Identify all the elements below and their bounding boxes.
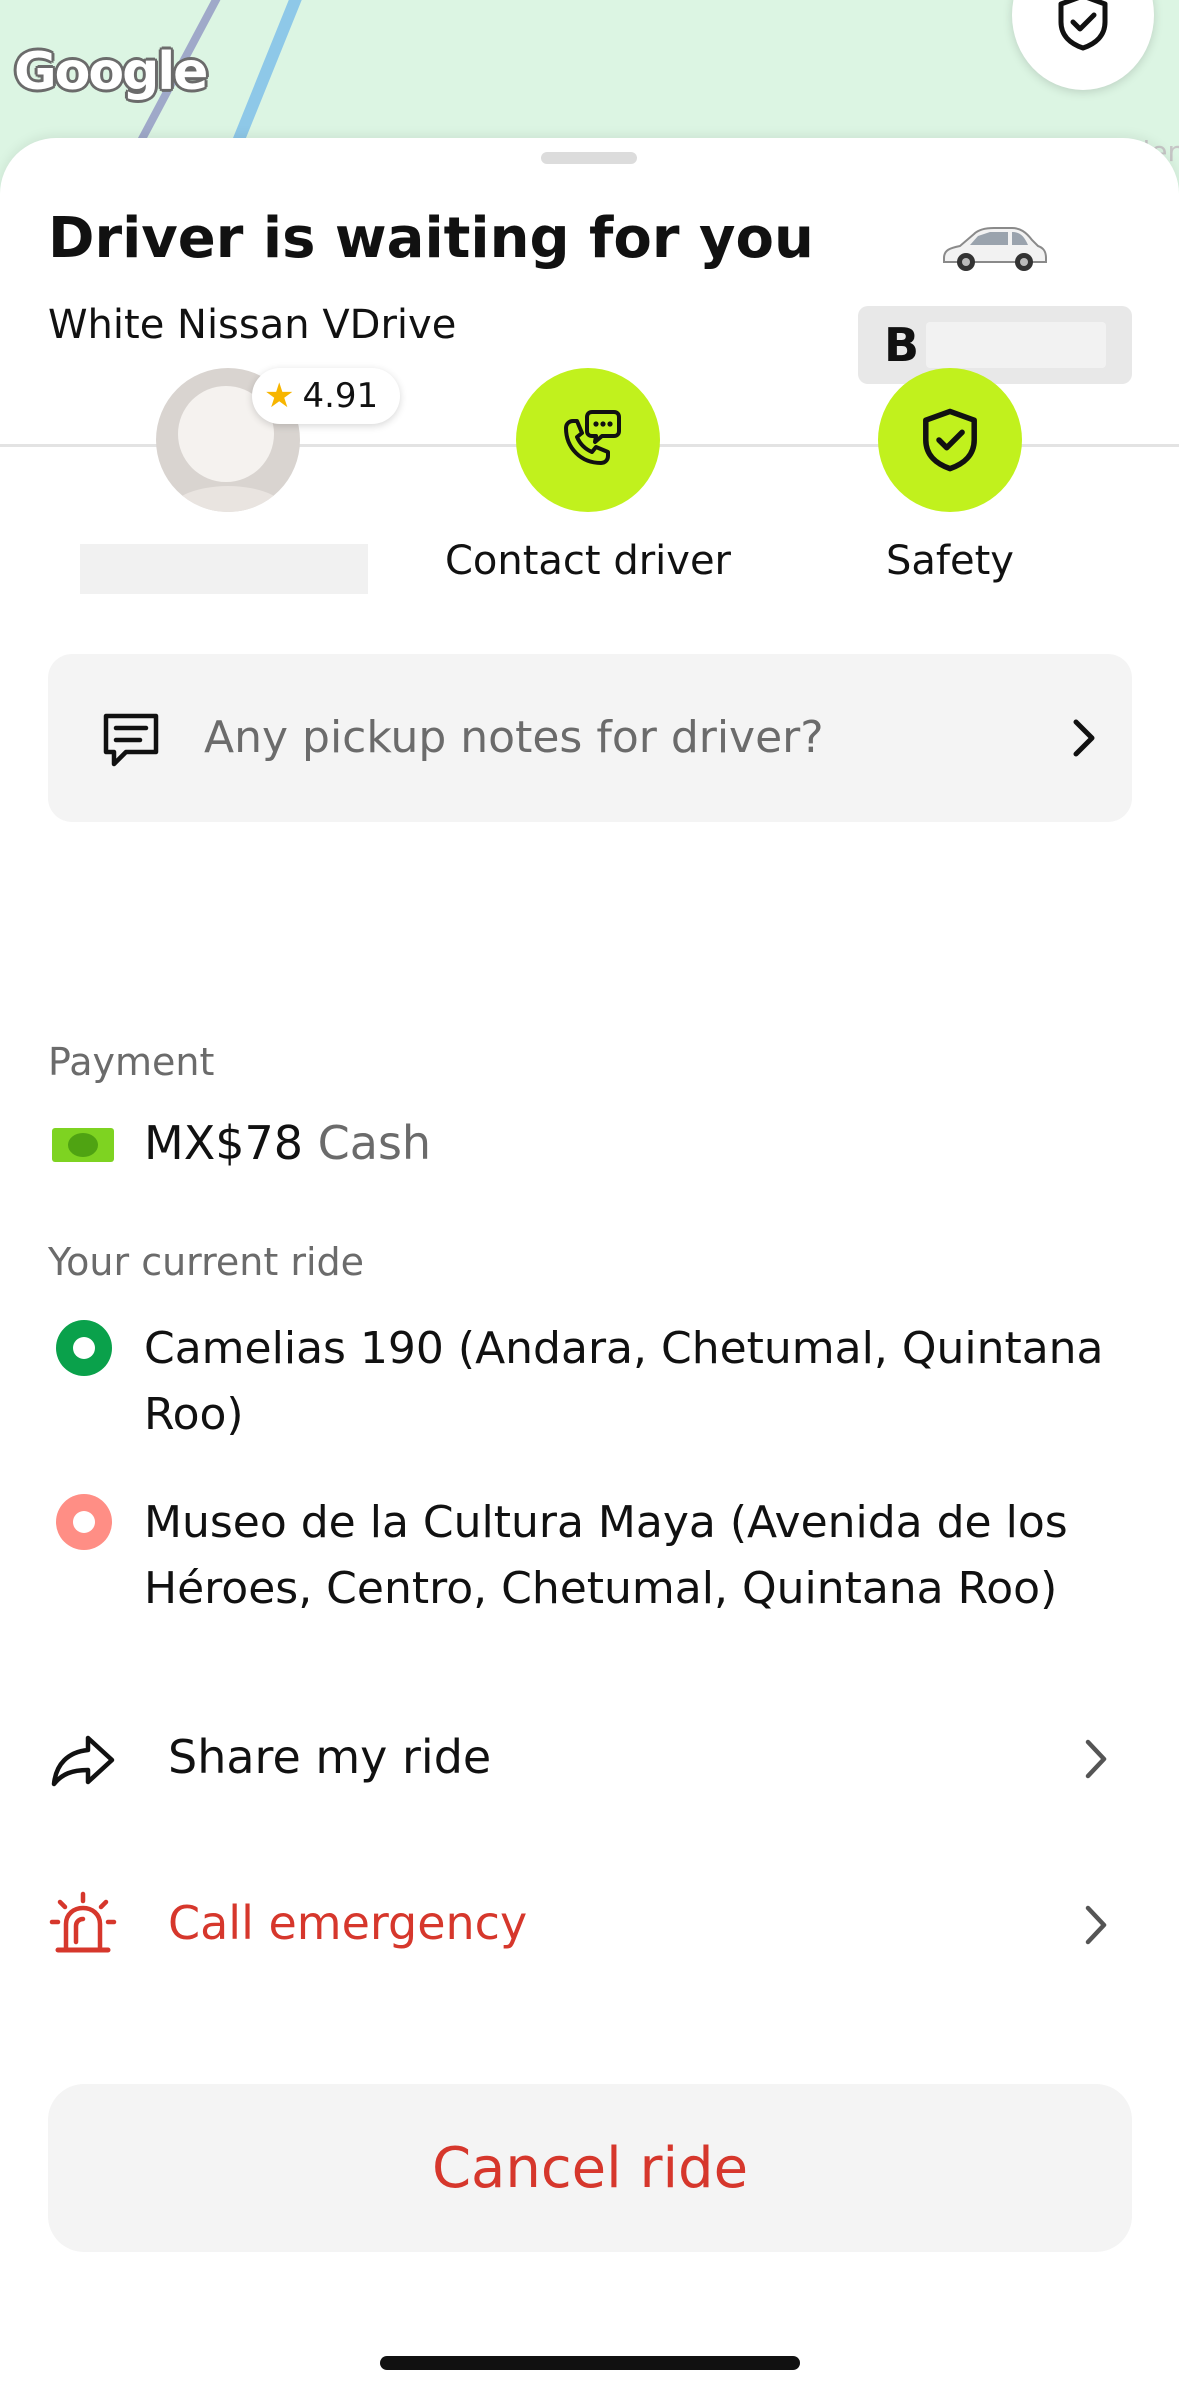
pickup-notes-placeholder: Any pickup notes for driver?	[204, 712, 824, 763]
google-logo: Google	[14, 42, 208, 102]
home-indicator[interactable]	[380, 2356, 800, 2370]
chevron-right-icon	[1085, 1739, 1107, 1779]
pickup-dot-icon	[56, 1320, 112, 1376]
payment-section-label: Payment	[48, 1040, 215, 1084]
siren-icon	[49, 1891, 117, 1953]
car-icon	[943, 227, 1047, 271]
safety-circle[interactable]	[878, 368, 1022, 512]
share-arrow-icon	[51, 1735, 115, 1787]
safety-label: Safety	[886, 538, 1014, 584]
license-plate-text: B	[884, 318, 920, 372]
safety-button[interactable]: Safety	[800, 368, 1100, 608]
chevron-right-icon	[1073, 719, 1095, 757]
call-emergency-row[interactable]: Call emergency	[0, 1866, 1179, 1986]
message-icon	[103, 713, 159, 767]
map-safety-button[interactable]	[1012, 0, 1154, 90]
phone-chat-icon	[564, 410, 621, 465]
shield-check-icon	[923, 408, 977, 472]
star-icon: ★	[264, 376, 295, 416]
license-plate-redacted	[926, 322, 1106, 368]
ride-status-title: Driver is waiting for you	[48, 206, 814, 271]
cash-icon	[52, 1128, 114, 1162]
vehicle-description: White Nissan VDrive	[48, 302, 457, 348]
dropoff-address: Museo de la Cultura Maya (Avenida de los…	[144, 1497, 1068, 1614]
call-emergency-label: Call emergency	[168, 1896, 528, 1950]
driver-rating-badge: ★ 4.91	[252, 368, 400, 424]
pickup-address: Camelias 190 (Andara, Chetumal, Quintana…	[144, 1323, 1104, 1440]
cash-icon-center	[68, 1133, 98, 1157]
driver-rating-value: 4.91	[302, 376, 379, 416]
dropoff-dot-icon	[56, 1494, 112, 1550]
share-ride-row[interactable]: Share my ride	[0, 1700, 1179, 1820]
contact-driver-button[interactable]: Contact driver	[438, 368, 738, 608]
avatar-body	[166, 486, 290, 512]
payment-method: Cash	[317, 1116, 432, 1170]
contact-driver-label: Contact driver	[444, 538, 731, 584]
map-river	[227, 0, 315, 155]
sheet-grabber[interactable]	[541, 152, 637, 164]
chevron-right-icon	[1085, 1905, 1107, 1945]
current-ride-section-label: Your current ride	[48, 1240, 365, 1284]
cancel-ride-button[interactable]: Cancel ride	[48, 2084, 1132, 2252]
payment-summary[interactable]: MX$78 Cash	[144, 1116, 431, 1170]
shield-check-icon	[1058, 0, 1108, 51]
contact-driver-circle[interactable]	[516, 368, 660, 512]
payment-amount: MX$78	[144, 1116, 304, 1170]
share-ride-label: Share my ride	[168, 1730, 492, 1784]
pickup-notes-field[interactable]: Any pickup notes for driver?	[48, 654, 1132, 822]
driver-name-redacted	[80, 544, 368, 594]
